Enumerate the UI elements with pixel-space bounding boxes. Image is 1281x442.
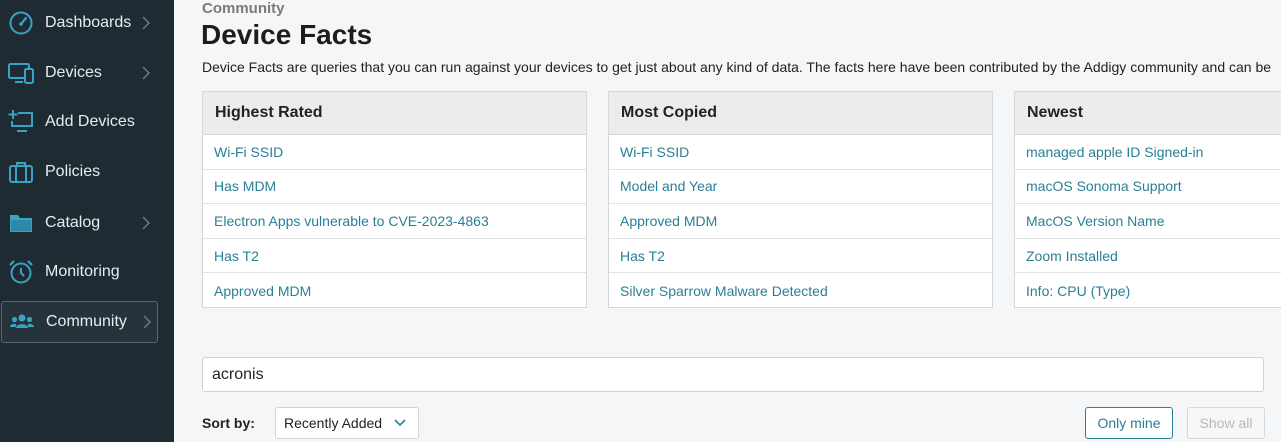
sidebar-item-label: Add Devices bbox=[45, 113, 135, 130]
chevron-right-icon bbox=[142, 216, 151, 230]
sidebar-item-community[interactable]: Community bbox=[1, 301, 158, 343]
sidebar-item-label: Policies bbox=[45, 163, 101, 180]
list-item[interactable]: Approved MDM bbox=[609, 204, 992, 239]
list-item[interactable]: Info: CPU (Type) bbox=[1015, 273, 1281, 308]
add-device-icon bbox=[8, 109, 34, 135]
panel-title: Most Copied bbox=[609, 92, 992, 135]
panel-highest-rated: Highest Rated Wi-Fi SSID Has MDM Electro… bbox=[202, 91, 587, 308]
list-item[interactable]: macOS Sonoma Support bbox=[1015, 170, 1281, 205]
search-input[interactable] bbox=[202, 357, 1264, 392]
list-item[interactable]: Has T2 bbox=[609, 239, 992, 274]
devices-icon bbox=[8, 60, 34, 86]
main-content: Community Device Facts Device Facts are … bbox=[174, 0, 1281, 442]
sidebar-item-label: Dashboards bbox=[45, 14, 132, 31]
panel-title: Newest bbox=[1015, 92, 1281, 135]
sidebar-item-label: Community bbox=[46, 313, 127, 330]
sidebar-item-policies[interactable]: Policies bbox=[0, 152, 174, 192]
list-item[interactable]: managed apple ID Signed-in bbox=[1015, 135, 1281, 170]
briefcase-icon bbox=[8, 159, 34, 185]
panel-newest: Newest managed apple ID Signed-in macOS … bbox=[1014, 91, 1281, 308]
list-item[interactable]: MacOS Version Name bbox=[1015, 204, 1281, 239]
chevron-right-icon bbox=[143, 315, 152, 329]
list-item[interactable]: Silver Sparrow Malware Detected bbox=[609, 273, 992, 308]
catalog-icon bbox=[8, 210, 34, 236]
panel-title: Highest Rated bbox=[203, 92, 586, 135]
sort-select[interactable]: Recently Added bbox=[275, 407, 419, 439]
list-item[interactable]: Wi-Fi SSID bbox=[609, 135, 992, 170]
sidebar-item-devices[interactable]: Devices bbox=[0, 53, 174, 93]
list-item[interactable]: Electron Apps vulnerable to CVE-2023-486… bbox=[203, 204, 586, 239]
chevron-right-icon bbox=[142, 16, 151, 30]
sort-select-value: Recently Added bbox=[284, 415, 383, 431]
sidebar: Dashboards Devices Add Devices Policies … bbox=[0, 0, 174, 442]
list-item[interactable]: Model and Year bbox=[609, 170, 992, 205]
chevron-down-icon bbox=[394, 419, 406, 427]
list-item[interactable]: Approved MDM bbox=[203, 273, 586, 308]
sidebar-item-dashboards[interactable]: Dashboards bbox=[0, 3, 174, 43]
only-mine-button[interactable]: Only mine bbox=[1085, 407, 1173, 439]
page-title: Device Facts bbox=[201, 19, 373, 50]
sidebar-item-label: Monitoring bbox=[45, 263, 120, 280]
sidebar-item-monitoring[interactable]: Monitoring bbox=[0, 252, 174, 292]
show-all-button[interactable]: Show all bbox=[1187, 407, 1265, 439]
list-item[interactable]: Has MDM bbox=[203, 170, 586, 205]
users-icon bbox=[9, 309, 35, 335]
list-item[interactable]: Has T2 bbox=[203, 239, 586, 274]
sidebar-item-catalog[interactable]: Catalog bbox=[0, 203, 174, 243]
chevron-right-icon bbox=[142, 66, 151, 80]
sidebar-item-label: Catalog bbox=[45, 214, 101, 231]
page-description: Device Facts are queries that you can ru… bbox=[202, 59, 1272, 75]
sidebar-item-label: Devices bbox=[45, 64, 102, 81]
alarm-clock-icon bbox=[8, 259, 34, 285]
list-item[interactable]: Wi-Fi SSID bbox=[203, 135, 586, 170]
breadcrumb: Community bbox=[202, 0, 285, 17]
list-item[interactable]: Zoom Installed bbox=[1015, 239, 1281, 274]
panel-most-copied: Most Copied Wi-Fi SSID Model and Year Ap… bbox=[608, 91, 993, 308]
sort-label: Sort by: bbox=[202, 415, 255, 431]
sidebar-item-add-devices[interactable]: Add Devices bbox=[0, 102, 174, 142]
gauge-icon bbox=[8, 10, 34, 36]
